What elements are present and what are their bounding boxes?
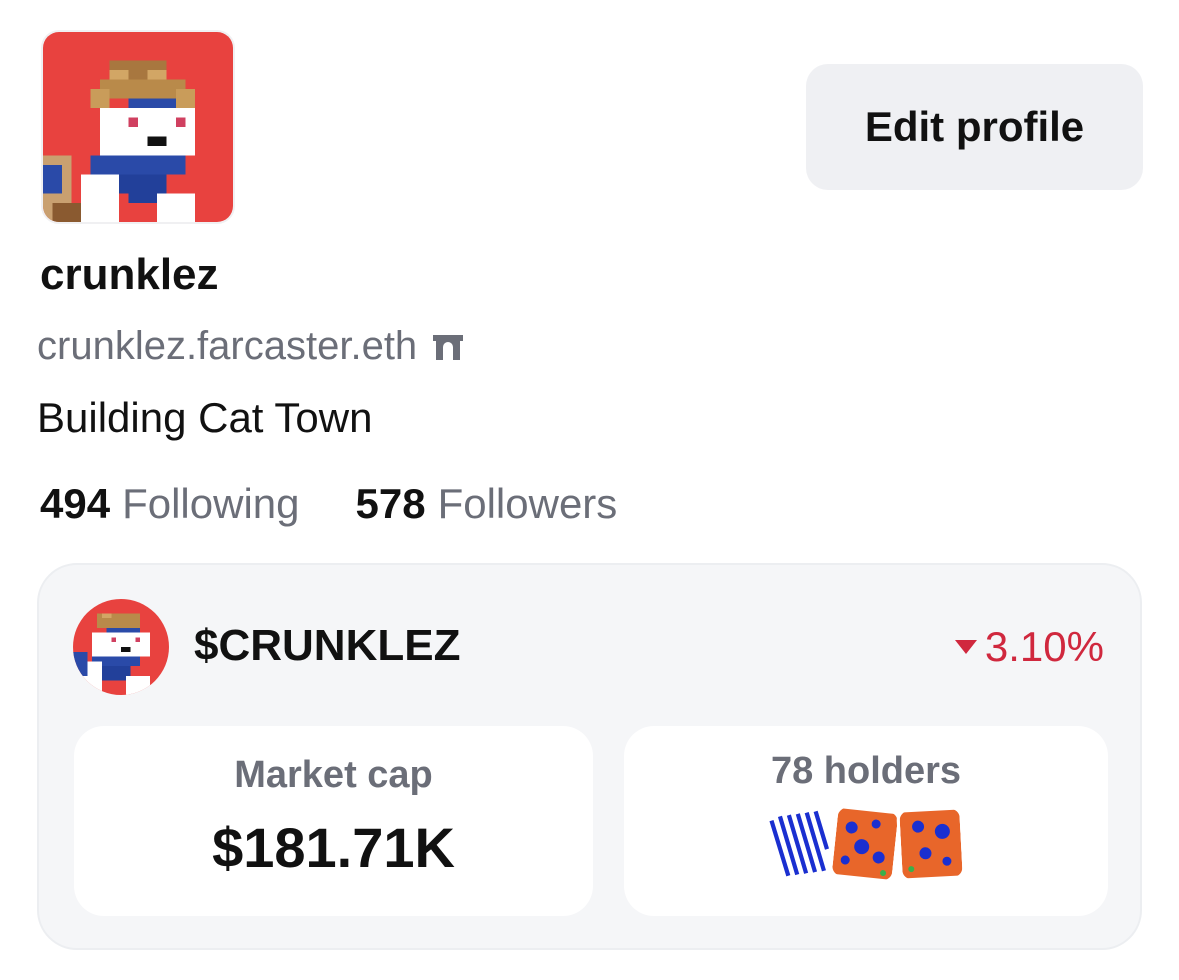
holders-card[interactable]: 78 holders: [624, 726, 1108, 916]
caret-down-icon: [954, 640, 977, 654]
holder-avatars: [761, 802, 966, 887]
token-price-change: 3.10%: [954, 623, 1104, 671]
following-count: 494: [40, 480, 111, 527]
token-avatar: [73, 599, 169, 695]
market-cap-label: Market cap: [234, 754, 433, 796]
holder-avatar: [761, 802, 837, 886]
farcaster-arch-icon: [431, 332, 465, 362]
holders-label: 78 holders: [770, 750, 962, 792]
market-cap-card: Market cap $181.71K: [74, 726, 593, 916]
token-symbol: $CRUNKLEZ: [194, 621, 461, 670]
following-link[interactable]: 494 Following: [40, 480, 300, 528]
followers-count: 578: [355, 480, 426, 527]
profile-avatar[interactable]: [41, 30, 235, 224]
fname-row: crunklez.farcaster.eth: [37, 324, 465, 369]
bio: Building Cat Town: [37, 394, 373, 441]
followers-label: Followers: [437, 480, 618, 527]
fname-text: crunklez.farcaster.eth: [37, 324, 418, 368]
follow-stats: 494 Following 578 Followers: [40, 480, 617, 528]
followers-link[interactable]: 578 Followers: [356, 480, 618, 528]
market-cap-value: $181.71K: [212, 816, 455, 879]
following-label: Following: [122, 480, 300, 527]
holder-avatar: [828, 803, 902, 885]
holder-avatar: [896, 805, 966, 883]
display-name: crunklez: [40, 250, 219, 299]
token-card[interactable]: $CRUNKLEZ 3.10% Market cap $181.71K 78 h…: [37, 563, 1142, 950]
token-change-value: 3.10%: [984, 623, 1104, 670]
edit-profile-button[interactable]: Edit profile: [806, 64, 1143, 190]
